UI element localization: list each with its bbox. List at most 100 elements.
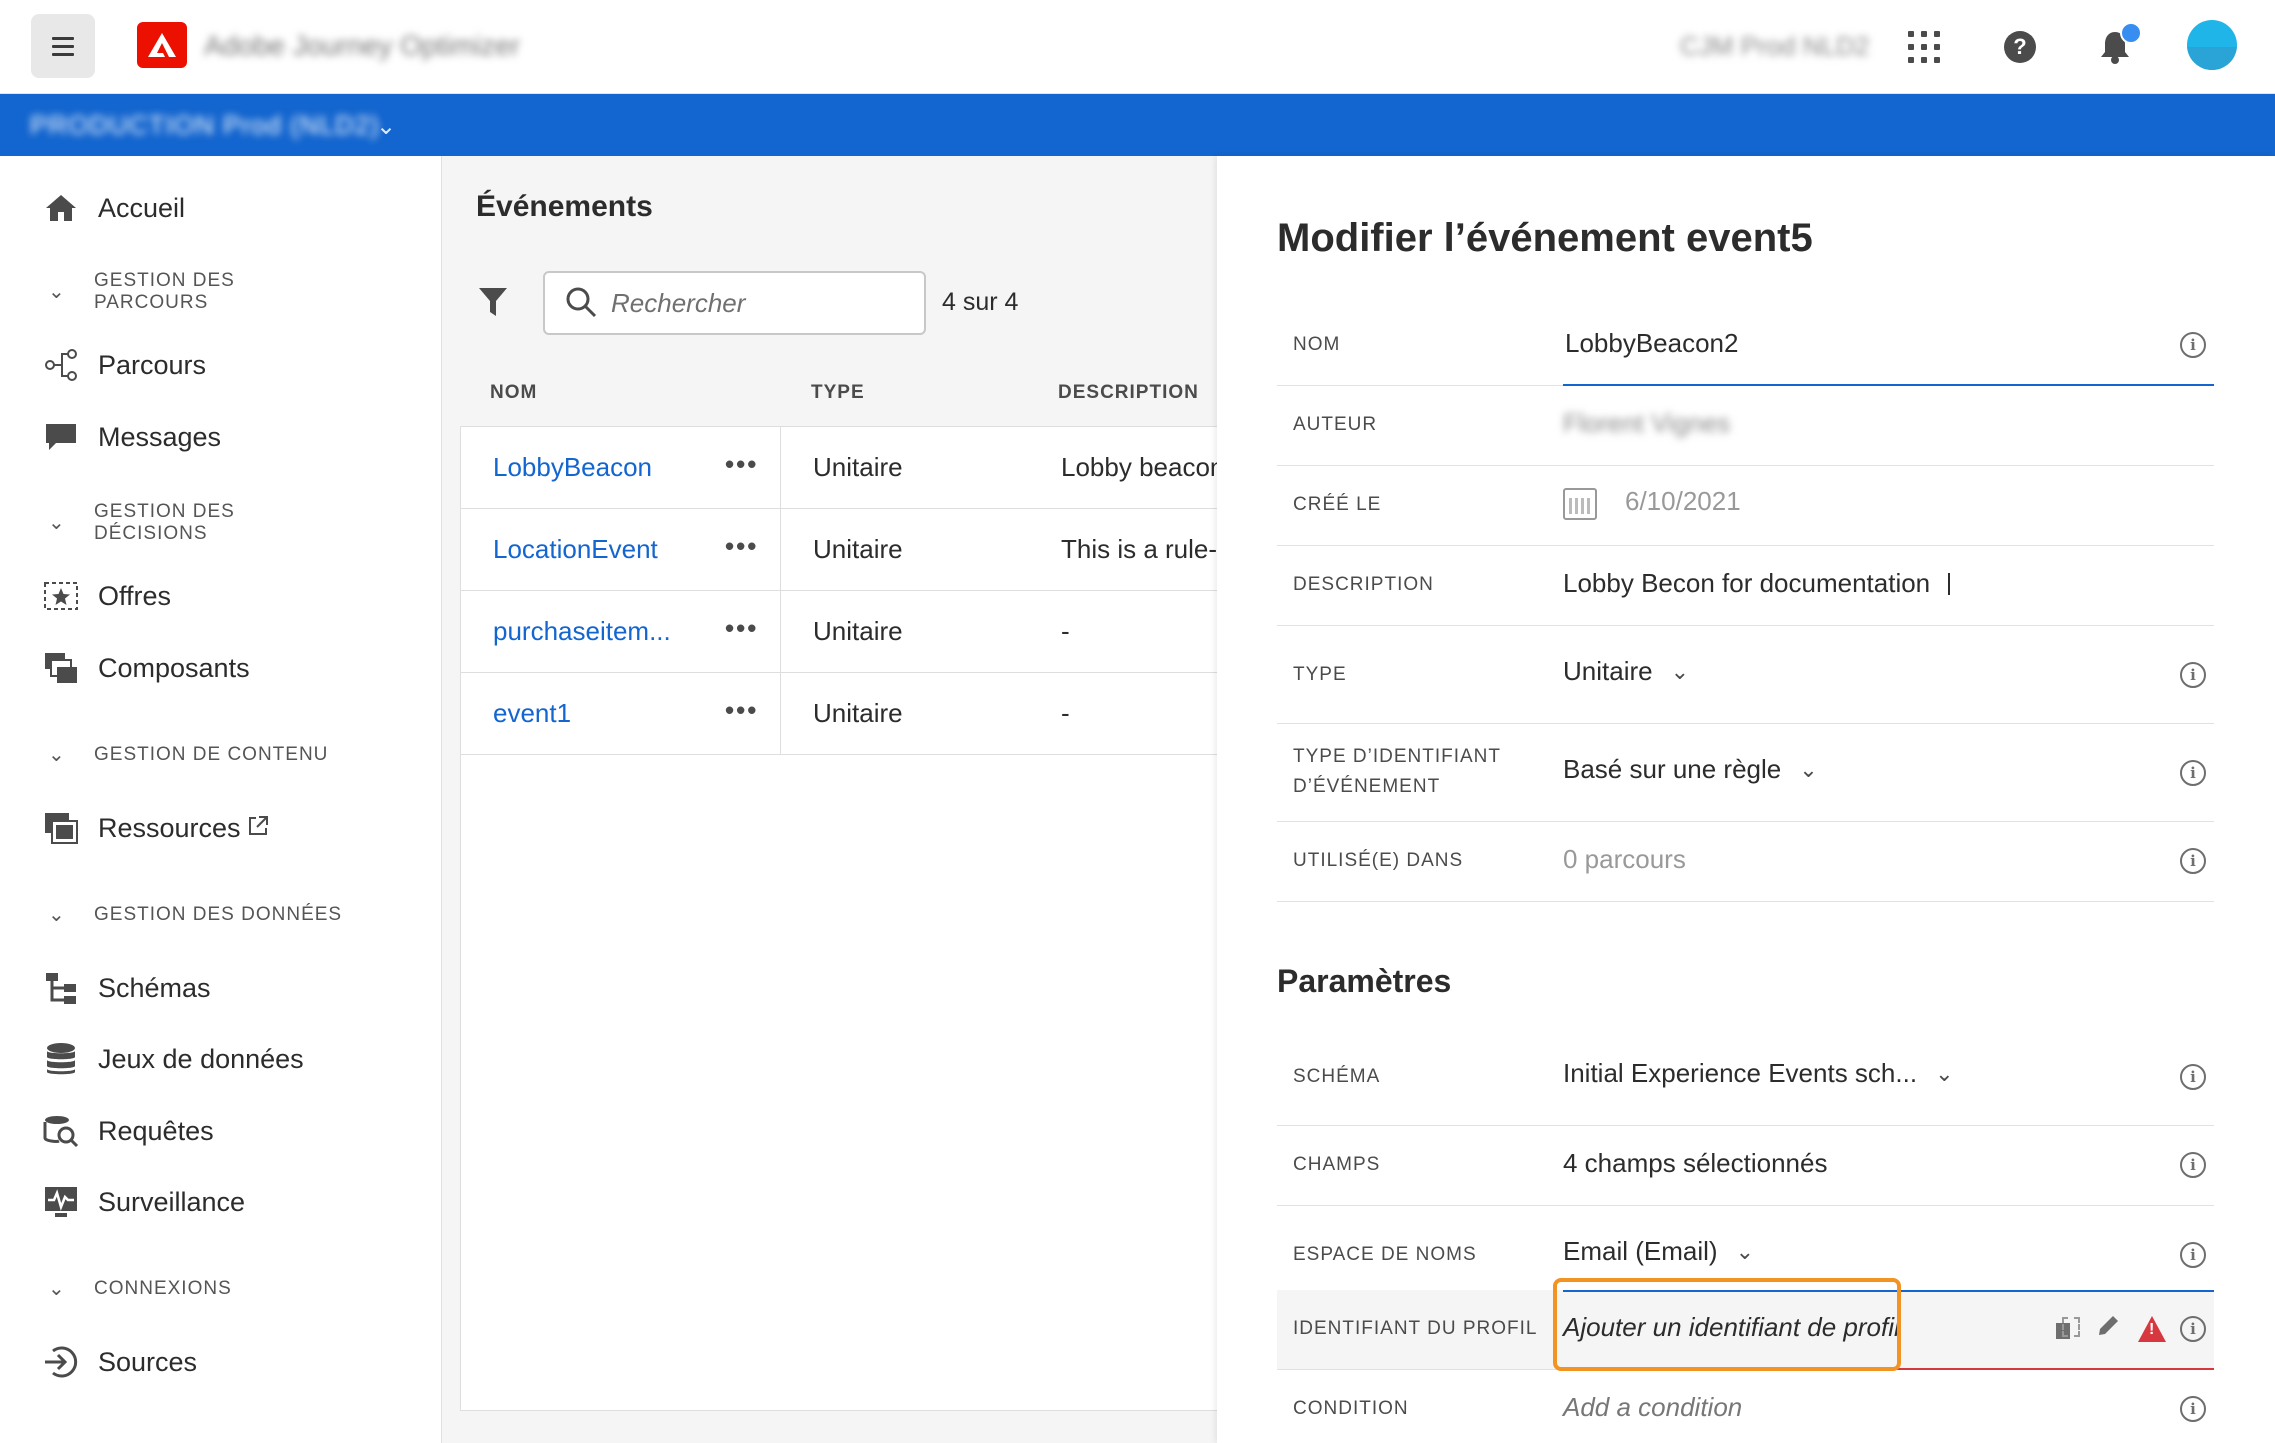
nav-label: Schémas: [98, 972, 211, 1003]
menu-icon[interactable]: [31, 14, 95, 78]
table-row[interactable]: LobbyBeacon ••• Unitaire Lobby beacon: [461, 427, 1218, 509]
namespace-value: Email (Email): [1563, 1236, 1718, 1266]
event-name-link[interactable]: purchaseitem...: [493, 616, 671, 647]
info-icon[interactable]: i: [2180, 1242, 2206, 1268]
table-row[interactable]: purchaseitem... ••• Unitaire -: [461, 591, 1218, 673]
more-actions-icon[interactable]: •••: [725, 613, 758, 644]
profile-id-actions: !: [2056, 1314, 2166, 1343]
event-name-link[interactable]: LocationEvent: [493, 534, 658, 565]
field-row-condition: CONDITION Add a condition i: [1277, 1370, 2214, 1443]
event-name-link[interactable]: LobbyBeacon: [493, 452, 652, 483]
nav-section-label: GESTION DES DÉCISIONS: [94, 501, 235, 544]
nav-section-journeys[interactable]: ⌄ GESTION DES PARCOURS: [48, 270, 244, 314]
column-header-type[interactable]: TYPE: [811, 382, 865, 404]
table-row[interactable]: LocationEvent ••• Unitaire This is a rul…: [461, 509, 1218, 591]
schema-icon: [42, 969, 80, 1007]
description-input[interactable]: Lobby Becon for documentation: [1563, 568, 1951, 599]
info-icon[interactable]: i: [2180, 1064, 2206, 1090]
org-switcher[interactable]: CJM Prod NLD2: [1680, 31, 1869, 62]
event-type: Unitaire: [813, 452, 903, 482]
nav-item-components[interactable]: Composants: [42, 646, 250, 690]
info-icon[interactable]: i: [2180, 1316, 2206, 1342]
event-id-type-select[interactable]: Basé sur une règle ⌄: [1563, 754, 1818, 785]
field-label: CONDITION: [1293, 1398, 1409, 1419]
filter-icon[interactable]: [478, 286, 508, 323]
column-header-description[interactable]: DESCRIPTION: [1058, 382, 1199, 404]
copy-icon[interactable]: [2056, 1316, 2080, 1341]
event-description: This is a rule-b: [1061, 534, 1218, 564]
nav-item-offers[interactable]: Offres: [42, 574, 171, 618]
more-actions-icon[interactable]: •••: [725, 531, 758, 562]
edit-pencil-icon[interactable]: [2096, 1314, 2120, 1343]
chevron-down-icon: ⌄: [48, 744, 66, 766]
info-icon[interactable]: i: [2180, 760, 2206, 786]
nav-item-sources[interactable]: Sources: [42, 1340, 197, 1384]
nav-item-journeys[interactable]: Parcours: [42, 343, 206, 387]
chevron-down-icon: ⌄: [1935, 1060, 1954, 1086]
message-icon: [42, 418, 80, 456]
apps-grid-icon[interactable]: [1899, 22, 1949, 72]
event-type: Unitaire: [813, 616, 903, 646]
nav-item-home[interactable]: Accueil: [42, 186, 185, 230]
components-icon: [42, 649, 80, 687]
field-label: D’ÉVÉNEMENT: [1293, 776, 1441, 797]
nav-section-decisions[interactable]: ⌄ GESTION DES DÉCISIONS: [48, 501, 244, 545]
type-value: Unitaire: [1563, 656, 1653, 686]
events-table: LobbyBeacon ••• Unitaire Lobby beacon Lo…: [460, 426, 1218, 1411]
column-divider: [780, 591, 781, 673]
type-select[interactable]: Unitaire ⌄: [1563, 656, 1689, 687]
adobe-logo[interactable]: [137, 22, 187, 68]
namespace-select[interactable]: Email (Email) ⌄: [1563, 1236, 1754, 1267]
sandbox-switcher[interactable]: PRODUCTION Prod (NLD2): [30, 110, 380, 141]
author-value: Florent Vignes: [1563, 408, 1731, 438]
more-actions-icon[interactable]: •••: [725, 695, 758, 726]
chevron-down-icon[interactable]: ⌄: [376, 112, 396, 141]
assets-icon: [42, 809, 80, 847]
nav-item-queries[interactable]: Requêtes: [42, 1109, 214, 1153]
avatar[interactable]: [2187, 20, 2237, 70]
more-actions-icon[interactable]: •••: [725, 449, 758, 480]
nav-label: Accueil: [98, 192, 186, 223]
notification-dot: [2120, 22, 2142, 44]
field-label: TYPE D’IDENTIFIANT: [1293, 746, 1502, 767]
nav-item-messages[interactable]: Messages: [42, 415, 221, 459]
nav-section-data[interactable]: ⌄ GESTION DES DONNÉES: [48, 904, 342, 926]
field-label: CRÉÉ LE: [1293, 494, 1382, 515]
field-label: CHAMPS: [1293, 1154, 1381, 1175]
nav-label: Messages: [98, 421, 222, 452]
column-header-name[interactable]: NOM: [490, 382, 537, 404]
info-icon[interactable]: i: [2180, 332, 2206, 358]
nav-section-connections[interactable]: ⌄ CONNEXIONS: [48, 1278, 232, 1300]
info-icon[interactable]: i: [2180, 1152, 2206, 1178]
search-input[interactable]: [611, 285, 911, 321]
search-icon: [565, 286, 597, 323]
fields-value[interactable]: 4 champs sélectionnés: [1563, 1148, 1827, 1179]
field-row-fields: CHAMPS 4 champs sélectionnés i: [1277, 1126, 2214, 1206]
search-field[interactable]: [543, 271, 926, 335]
info-icon[interactable]: i: [2180, 1396, 2206, 1422]
monitoring-icon: [42, 1183, 80, 1221]
table-row[interactable]: event1 ••• Unitaire -: [461, 673, 1218, 755]
nav-item-assets[interactable]: Ressources: [42, 806, 269, 850]
nav-item-schemas[interactable]: Schémas: [42, 966, 211, 1010]
add-condition-link[interactable]: Add a condition: [1563, 1392, 1742, 1423]
schema-select[interactable]: Initial Experience Events sch... ⌄: [1563, 1058, 1954, 1089]
nav-item-monitoring[interactable]: Surveillance: [42, 1180, 245, 1224]
event-name-link[interactable]: event1: [493, 698, 571, 729]
highlight-annotation: [1553, 1278, 1901, 1371]
bell-icon[interactable]: [2090, 22, 2142, 72]
nav-item-datasets[interactable]: Jeux de données: [42, 1037, 304, 1081]
column-divider: [780, 673, 781, 755]
info-icon[interactable]: i: [2180, 662, 2206, 688]
offer-icon: [42, 577, 80, 615]
event-type: Unitaire: [813, 534, 903, 564]
info-icon[interactable]: i: [2180, 848, 2206, 874]
events-panel: Événements 4 sur 4 NOM TYPE DESCRIPTION …: [442, 156, 1218, 1443]
event-description: -: [1061, 616, 1070, 646]
event-type: Unitaire: [813, 698, 903, 728]
nav-section-content[interactable]: ⌄ GESTION DE CONTENU: [48, 744, 328, 766]
sources-icon: [42, 1343, 80, 1381]
sandbox-bar: PRODUCTION Prod (NLD2) ⌄: [0, 94, 2275, 156]
name-input[interactable]: LobbyBeacon2: [1565, 328, 1738, 359]
help-icon[interactable]: ?: [1995, 22, 2045, 72]
